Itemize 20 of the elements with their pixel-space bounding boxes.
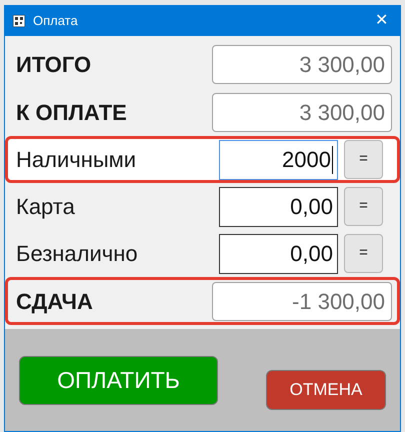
equals-button[interactable]: = xyxy=(344,140,383,179)
payment-label: Наличными xyxy=(16,146,138,174)
payment-label: Безналично xyxy=(16,240,139,268)
equals-button[interactable]: = xyxy=(344,234,383,273)
payment-label: Карта xyxy=(16,193,76,221)
amount-field: 3 300,00 xyxy=(212,44,392,84)
equals-button[interactable]: = xyxy=(344,187,383,226)
payment-field[interactable]: 0,00 xyxy=(219,234,338,274)
total-label: К ОПЛАТЕ xyxy=(16,98,127,126)
window-title: Оплата xyxy=(33,12,78,30)
close-button[interactable]: ✕ xyxy=(371,9,392,33)
total-label: ИТОГО xyxy=(16,50,92,78)
total-label: СДАЧА xyxy=(16,288,93,316)
payment-field[interactable]: 0,00 xyxy=(219,186,338,226)
amount-field: -1 300,00 xyxy=(212,282,392,320)
cancel-button[interactable]: ОТМЕНА xyxy=(266,370,386,410)
app-icon xyxy=(13,15,25,27)
payment-field[interactable]: 2000 xyxy=(219,140,338,180)
pay-button[interactable]: ОПЛАТИТЬ xyxy=(19,356,218,404)
amount-field: 3 300,00 xyxy=(212,92,392,132)
